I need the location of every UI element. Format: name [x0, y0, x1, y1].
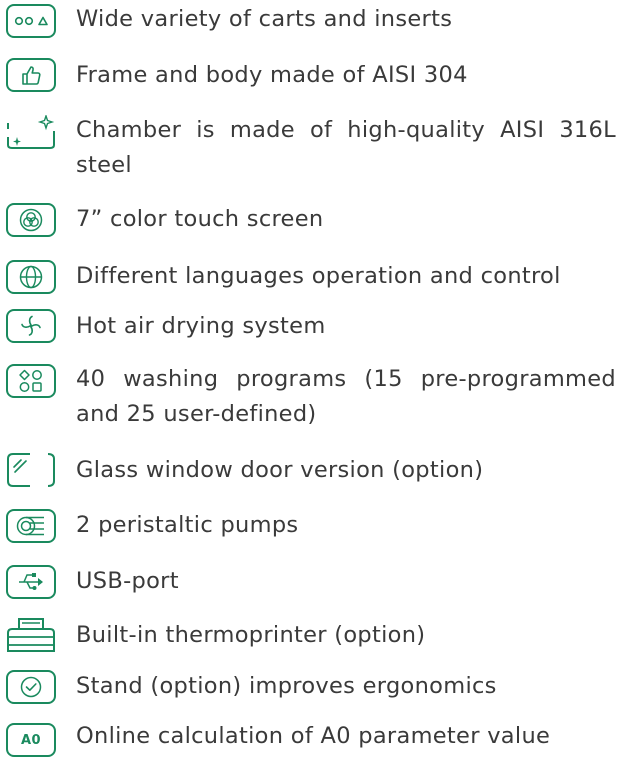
usb-icon [6, 565, 56, 599]
fan-icon [6, 309, 56, 343]
feature-list: Wide variety of carts and inserts Frame … [0, 0, 638, 757]
glass-window-icon [6, 453, 56, 487]
globe-icon [6, 260, 56, 294]
feature-text: Built-in thermoprinter (option) [76, 622, 426, 648]
feature-text: Online calculation of A0 parameter value [76, 723, 551, 749]
feature-text: Glass window door version (option) [76, 457, 484, 483]
programs-icon [6, 364, 56, 398]
a0-icon-label: A0 [20, 732, 42, 748]
color-circles-icon [6, 203, 56, 237]
pump-icon [6, 509, 56, 543]
feature-text: 40 washing programs (15 pre-programmed a… [76, 366, 616, 427]
feature-text: Chamber is made of high-quality AISI 316… [76, 117, 616, 178]
thumbs-up-icon [6, 58, 56, 92]
feature-text: Hot air drying system [76, 313, 326, 339]
feature-text: Frame and body made of AISI 304 [76, 62, 468, 88]
feature-text: 7” color touch screen [76, 206, 324, 232]
sparkle-icon [6, 115, 56, 149]
feature-text: USB-port [76, 568, 179, 594]
check-circle-icon [6, 670, 56, 704]
feature-text: Stand (option) improves ergonomics [76, 673, 497, 699]
carts-icon [6, 4, 56, 38]
feature-text: 2 peristaltic pumps [76, 512, 299, 538]
a0-icon: A0 [6, 723, 56, 757]
feature-text: Different languages operation and contro… [76, 263, 561, 289]
printer-icon [6, 617, 56, 652]
feature-text: Wide variety of carts and inserts [76, 6, 453, 32]
